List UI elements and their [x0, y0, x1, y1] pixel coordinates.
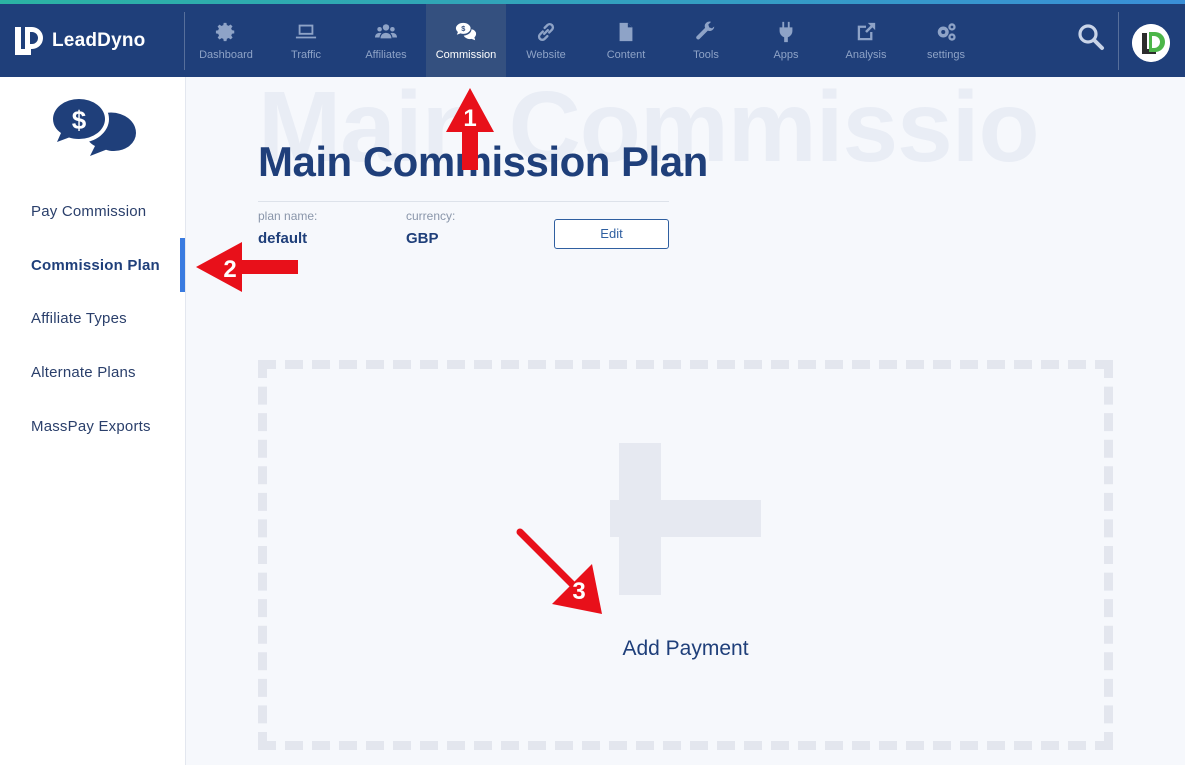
sidebar-item-pay-commission[interactable]: Pay Commission [31, 203, 146, 220]
nav-tools[interactable]: Tools [666, 4, 746, 77]
sidebar: $ Pay Commission Commission Plan Affilia… [0, 77, 186, 765]
callout-arrow-1: 1 [446, 88, 494, 170]
sidebar-item-commission-plan[interactable]: Commission Plan [31, 257, 160, 274]
gears-icon [937, 22, 956, 41]
external-link-icon [857, 22, 876, 40]
callout-number-1: 1 [463, 105, 476, 132]
nav-settings[interactable]: settings [906, 4, 986, 77]
link-icon [537, 22, 555, 41]
nav-label: settings [927, 48, 965, 61]
leaddyno-logo-icon [15, 27, 43, 55]
add-payment-label[interactable]: Add Payment [267, 637, 1104, 661]
sidebar-item-masspay-exports[interactable]: MassPay Exports [31, 418, 151, 435]
money-chat-icon: $ [455, 22, 477, 40]
brand-name: LeadDyno [52, 30, 146, 51]
avatar[interactable] [1132, 24, 1170, 62]
nav-label: Traffic [291, 48, 321, 61]
currency-label: currency: [406, 209, 456, 223]
nav-label: Website [526, 48, 566, 61]
callout-arrow-2: 2 [196, 242, 298, 292]
callout-number-3: 3 [572, 578, 585, 605]
sidebar-item-alternate-plans[interactable]: Alternate Plans [31, 364, 136, 381]
plan-name-label: plan name: [258, 209, 318, 223]
gear-icon [215, 22, 235, 41]
nav-divider [184, 12, 185, 70]
nav-label: Commission [435, 48, 497, 61]
search-icon[interactable] [1076, 22, 1106, 52]
nav-label: Dashboard [199, 48, 253, 61]
currency-value: GBP [406, 230, 439, 247]
file-icon [619, 22, 633, 41]
nav-apps[interactable]: Apps [746, 4, 826, 77]
add-payment-dropzone[interactable]: Add Payment [258, 360, 1113, 750]
brand-logo[interactable]: LeadDyno [12, 22, 145, 60]
callout-arrow-3: 3 [516, 528, 602, 614]
nav-website[interactable]: Website [506, 4, 586, 77]
nav-content[interactable]: Content [586, 4, 666, 77]
nav-label: Tools [693, 48, 719, 61]
top-navigation-bar: LeadDyno Dashboard Traffic Affiliates $ … [0, 4, 1185, 77]
nav-affiliates[interactable]: Affiliates [346, 4, 426, 77]
users-icon [375, 23, 397, 38]
nav-analysis[interactable]: Analysis [826, 4, 906, 77]
user-avatar-icon [1132, 24, 1170, 62]
main-nav: Dashboard Traffic Affiliates $ Commissio… [186, 4, 986, 77]
plug-icon [779, 21, 793, 42]
svg-text:$: $ [461, 24, 465, 33]
nav-dashboard[interactable]: Dashboard [186, 4, 266, 77]
svg-text:$: $ [72, 105, 87, 135]
nav-label: Content [606, 48, 646, 61]
commission-chat-icon: $ [48, 95, 136, 156]
nav-label: Apps [773, 48, 799, 61]
laptop-icon [295, 24, 317, 38]
nav-traffic[interactable]: Traffic [266, 4, 346, 77]
sidebar-item-affiliate-types[interactable]: Affiliate Types [31, 310, 127, 327]
active-item-indicator [180, 238, 185, 292]
nav-divider [1118, 12, 1119, 70]
edit-button[interactable]: Edit [554, 219, 669, 249]
title-divider [258, 201, 669, 202]
nav-label: Analysis [845, 48, 887, 61]
nav-commission[interactable]: $ Commission [426, 4, 506, 77]
wrench-icon [696, 21, 715, 39]
plus-icon-bar [610, 500, 761, 537]
callout-number-2: 2 [223, 256, 236, 283]
nav-label: Affiliates [365, 48, 407, 61]
